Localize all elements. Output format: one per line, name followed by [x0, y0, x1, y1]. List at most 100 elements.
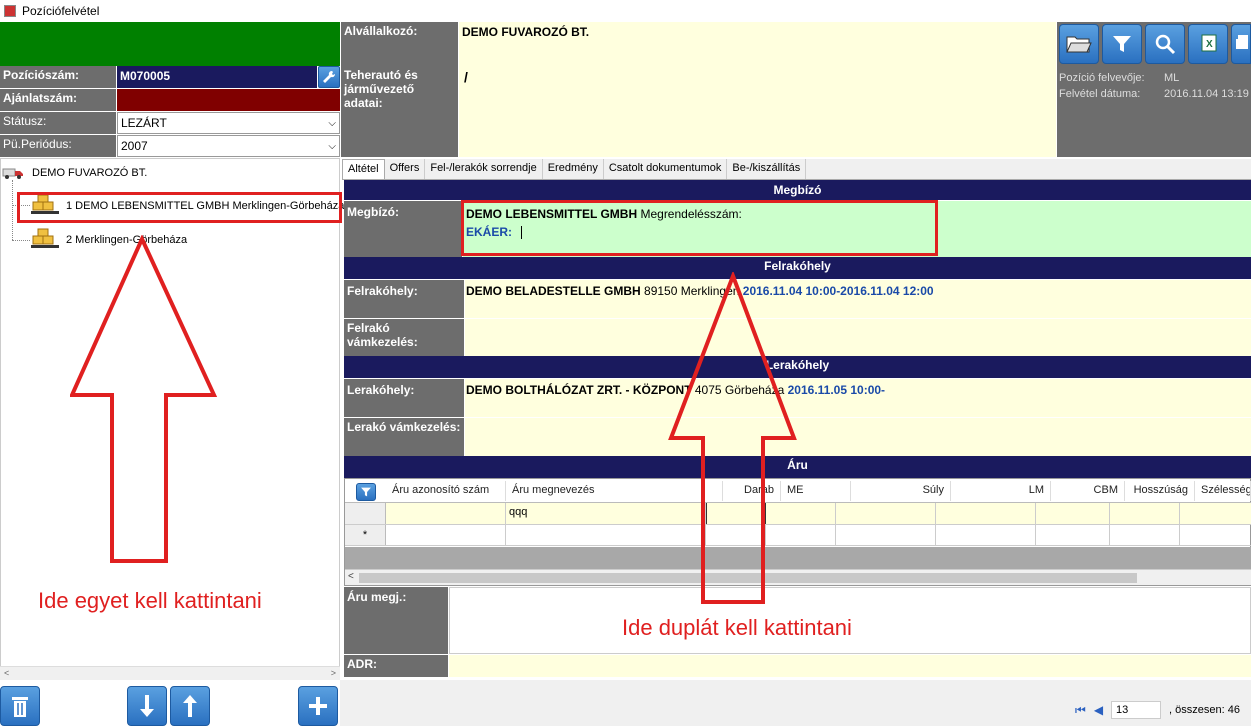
- lerakohely-panel[interactable]: DEMO BOLTHÁLÓZAT ZRT. - KÖZPONT 4075 Gör…: [465, 379, 1251, 417]
- col-header-suly[interactable]: Súly: [851, 481, 951, 501]
- filter-button[interactable]: [1102, 24, 1142, 64]
- col-header-szelesseg[interactable]: Szélesség: [1195, 481, 1251, 501]
- tab-sorrend[interactable]: Fel-/lerakók sorrendje: [425, 159, 543, 179]
- print-button[interactable]: [1231, 24, 1251, 64]
- annotation-text-right: Ide duplát kell kattintani: [622, 615, 852, 640]
- felrako-company: DEMO BELADESTELLE GMBH: [466, 284, 641, 298]
- title-bar: Pozíciófelvétel: [0, 0, 1251, 22]
- pozicioszam-value[interactable]: M070005: [117, 66, 317, 88]
- felrakohely-panel[interactable]: DEMO BELADESTELLE GMBH 89150 Merklingen …: [465, 280, 1251, 318]
- prev-page-icon[interactable]: ◀: [1094, 703, 1103, 717]
- periodus-label: Pü.Periódus:: [0, 135, 116, 157]
- delete-button[interactable]: [0, 686, 40, 726]
- felrako-vam-field[interactable]: [465, 319, 1251, 356]
- tab-altetel[interactable]: Altétel: [342, 159, 385, 179]
- ajanlatszam-label: Ajánlatszám:: [0, 89, 116, 111]
- chevron-down-icon: ⌵: [328, 117, 336, 129]
- tree-line: [12, 180, 13, 240]
- excel-icon: X: [1201, 34, 1217, 52]
- aru-megj-label: Áru megj.:: [344, 587, 448, 654]
- move-down-button[interactable]: [127, 686, 167, 726]
- printer-icon: [1236, 35, 1248, 49]
- status-color-bar: [0, 22, 340, 66]
- teherauto-label: Teherautó és járművezető adatai:: [341, 66, 458, 157]
- tab-offers[interactable]: Offers: [384, 159, 426, 179]
- tree-root[interactable]: DEMO FUVAROZÓ BT.: [2, 166, 147, 180]
- excel-export-button[interactable]: X: [1188, 24, 1228, 64]
- arrow-up-icon: [183, 695, 197, 717]
- table-cell[interactable]: [936, 503, 1036, 524]
- lerako-vam-field[interactable]: [465, 418, 1251, 456]
- table-cell[interactable]: [1036, 503, 1110, 524]
- felvevo-value: ML: [1164, 72, 1180, 84]
- highlight-box-right: [461, 200, 938, 256]
- tree-root-label: DEMO FUVAROZÓ BT.: [32, 167, 148, 179]
- tree-hscrollbar[interactable]: < >: [0, 666, 340, 680]
- scroll-right-icon[interactable]: >: [331, 668, 336, 678]
- grid-empty-area: [345, 547, 1251, 569]
- col-header-cbm[interactable]: CBM: [1051, 481, 1125, 501]
- periodus-select[interactable]: 2007 ⌵: [117, 135, 340, 157]
- grid-hscrollbar[interactable]: <: [345, 569, 1251, 585]
- table-cell[interactable]: [1036, 525, 1110, 545]
- table-cell[interactable]: [386, 525, 506, 545]
- table-cell[interactable]: [386, 503, 506, 524]
- table-cell[interactable]: [1180, 503, 1251, 524]
- statusz-select[interactable]: LEZÁRT ⌵: [117, 112, 340, 134]
- folder-icon: [1066, 36, 1092, 53]
- ajanlatszam-field[interactable]: [117, 89, 340, 111]
- move-up-button[interactable]: [170, 686, 210, 726]
- datum-label: Felvétel dátuma:: [1059, 88, 1141, 100]
- open-folder-button[interactable]: [1059, 24, 1099, 64]
- table-cell[interactable]: [836, 525, 936, 545]
- col-header-hosszusag[interactable]: Hosszúság: [1125, 481, 1195, 501]
- app-icon: [4, 5, 16, 17]
- arrow-down-icon: [140, 695, 154, 717]
- statusz-label: Státusz:: [0, 112, 116, 134]
- first-page-icon[interactable]: ⏮: [1075, 703, 1086, 718]
- plus-icon: [309, 697, 327, 715]
- table-cell[interactable]: [836, 503, 936, 524]
- pallet-boxes-icon: [31, 228, 59, 248]
- filter-icon: [1113, 36, 1131, 52]
- pager: ⏮ ◀ 13 , összesen: 46: [1075, 701, 1240, 719]
- table-row-new[interactable]: *: [345, 524, 1251, 546]
- adr-field[interactable]: [449, 655, 1251, 677]
- table-row[interactable]: qqq: [345, 503, 1251, 524]
- table-cell[interactable]: [1110, 525, 1180, 545]
- search-icon: [1155, 34, 1176, 55]
- alvallalkozo-value[interactable]: DEMO FUVAROZÓ BT.: [459, 22, 1056, 66]
- table-cell[interactable]: [1180, 525, 1251, 545]
- table-cell[interactable]: [1110, 503, 1180, 524]
- table-cell[interactable]: [936, 525, 1036, 545]
- add-button[interactable]: [298, 686, 338, 726]
- annotation-arrow-left: [70, 235, 218, 563]
- felvevo-label: Pozíció felvevője:: [1059, 72, 1145, 84]
- tab-dokumentumok[interactable]: Csatolt dokumentumok: [603, 159, 728, 179]
- megbizo-label: Megbízó:: [344, 201, 462, 257]
- grid-header: Áru azonosító szám Áru megnevezés Darab …: [345, 481, 1251, 503]
- col-header-azonosito[interactable]: Áru azonosító szám: [386, 481, 506, 501]
- scroll-left-icon[interactable]: <: [4, 668, 9, 678]
- felrako-vam-label: Felrakó vámkezelés:: [344, 319, 464, 356]
- tab-strip: Altétel Offers Fel-/lerakók sorrendje Er…: [342, 159, 1251, 180]
- teherauto-value[interactable]: /: [459, 66, 1056, 157]
- lerako-vam-label: Lerakó vámkezelés:: [344, 418, 464, 456]
- grid-filter-button[interactable]: [355, 482, 376, 501]
- periodus-value: 2007: [121, 139, 148, 153]
- col-header-lm[interactable]: LM: [951, 481, 1051, 501]
- lerako-time: 2016.11.05 10:00-: [787, 383, 886, 397]
- filter-icon: [360, 487, 371, 496]
- trash-icon: [12, 697, 28, 717]
- alvallalkozo-label: Alvállalkozó:: [341, 22, 458, 66]
- wrench-button[interactable]: [318, 66, 340, 88]
- chevron-down-icon: ⌵: [328, 140, 336, 152]
- felrakohely-label: Felrakóhely:: [344, 280, 464, 318]
- row-selector[interactable]: [345, 503, 386, 524]
- section-header-megbizo: Megbízó: [344, 180, 1251, 200]
- tab-beszallitas[interactable]: Be-/kiszállítás: [727, 159, 807, 179]
- scroll-left-icon[interactable]: <: [348, 571, 354, 582]
- search-button[interactable]: [1145, 24, 1185, 64]
- tab-eredmeny[interactable]: Eredmény: [542, 159, 604, 179]
- page-input[interactable]: 13: [1111, 701, 1162, 719]
